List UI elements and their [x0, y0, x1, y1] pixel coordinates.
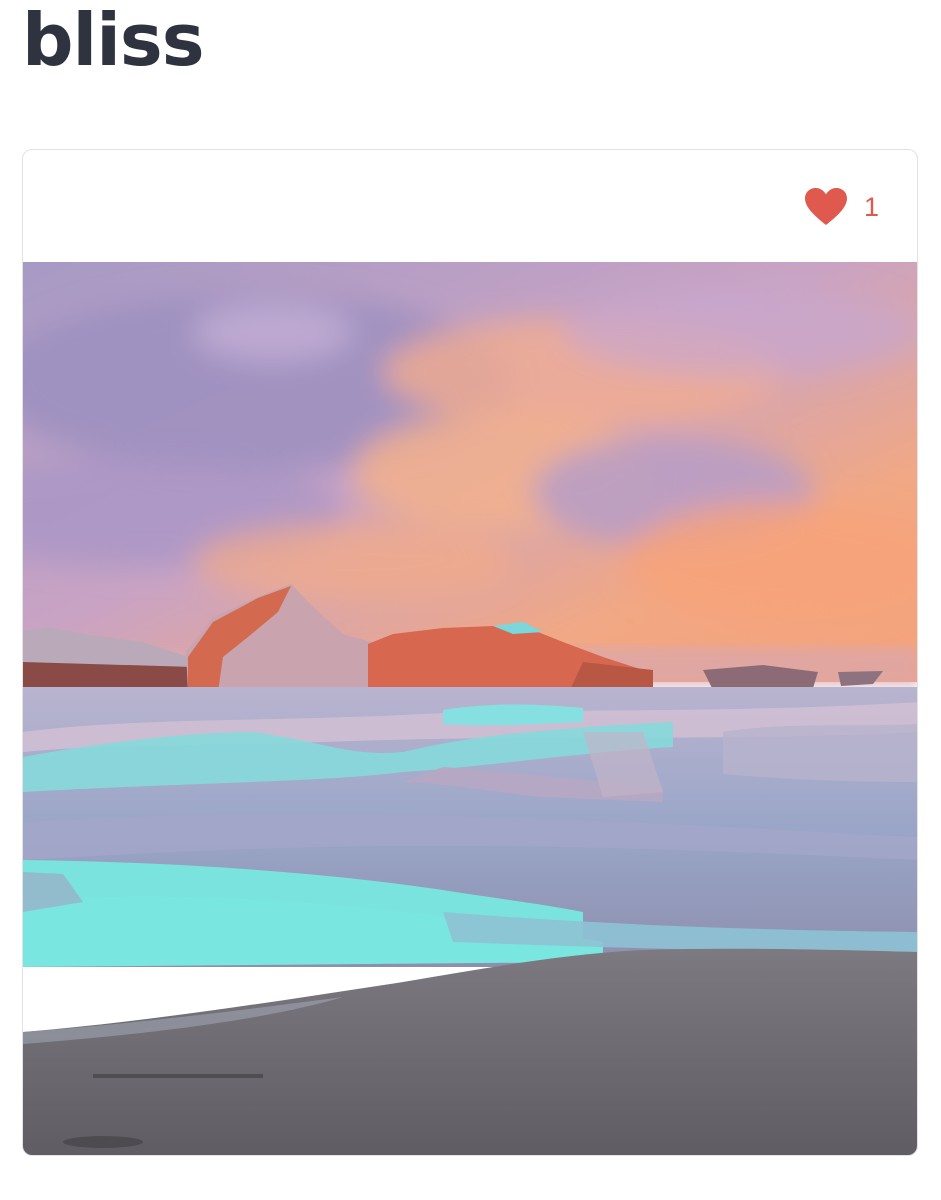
page: bliss 1 [0, 0, 941, 1200]
page-title: bliss [22, 0, 205, 82]
post-card-header: 1 [23, 150, 917, 262]
heart-icon[interactable] [804, 187, 848, 227]
like-count: 1 [863, 192, 879, 222]
beach-region [23, 948, 917, 1155]
post-card[interactable]: 1 [22, 149, 918, 1156]
like-button[interactable]: 1 [804, 186, 879, 228]
artwork-image[interactable] [23, 262, 918, 1156]
